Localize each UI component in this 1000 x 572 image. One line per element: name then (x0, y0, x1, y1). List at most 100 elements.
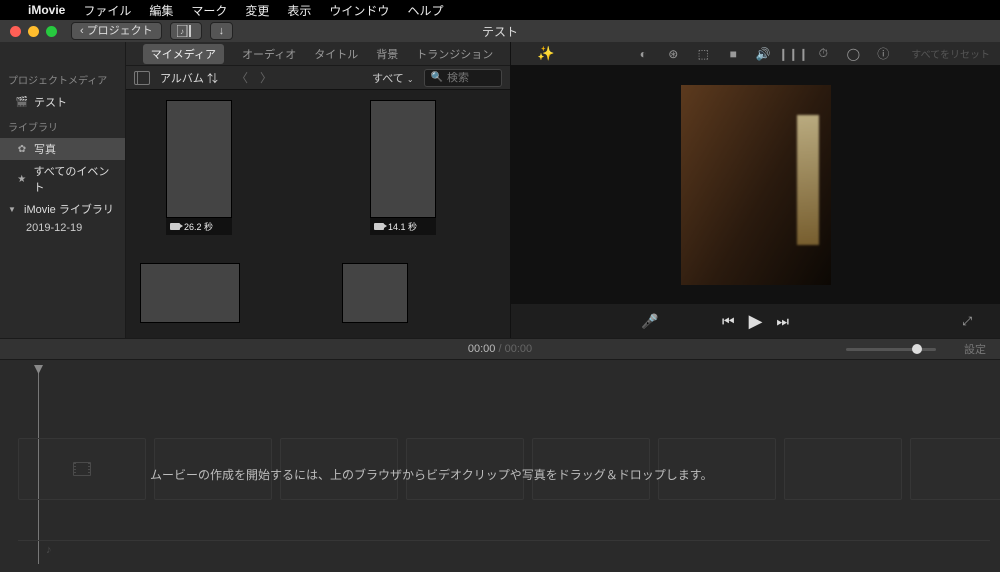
close-window-button[interactable] (10, 26, 21, 37)
menubar-help[interactable]: ヘルプ (407, 2, 443, 19)
clip-grid: 26.2 秒 14.1 秒 (126, 90, 510, 338)
zoom-knob[interactable] (912, 344, 922, 354)
stabilize-icon[interactable]: ■ (725, 46, 741, 62)
timeline-settings-button[interactable]: 設定 (964, 341, 986, 357)
browser-toolbar: アルバム ⇅ 〈 〉 すべて ⌄ 🔍 (126, 66, 510, 90)
info-icon[interactable]: ⓘ (875, 46, 891, 62)
time-separator: / (495, 343, 504, 355)
film-icon (73, 462, 91, 476)
playback-controls: 🎤 ⏮ ▶ ⏭ ⤢ (511, 304, 1000, 338)
updown-icon: ⇅ (207, 73, 218, 85)
library-toggle-button[interactable]: ♪ (170, 22, 202, 40)
total-time: 00:00 (505, 343, 533, 355)
sidebar-allevents-label: すべてのイベント (34, 163, 117, 195)
clip-image (370, 100, 436, 218)
clip-image (140, 263, 240, 323)
svg-text:♪: ♪ (180, 27, 184, 36)
filter-all-dropdown[interactable]: すべて ⌄ (372, 70, 414, 86)
preview-toolbar: ✨ ◐ ⊛ ⬚ ■ 🔊 ❙❙❙ ⏱ ◯ ⓘ すべてをリセット (511, 42, 1000, 66)
timeline[interactable]: ムービーの作成を開始するには、上のブラウザからビデオクリップや写真をドラッグ＆ド… (0, 360, 1000, 572)
sidebar-event-item[interactable]: 2019-12-19 (0, 220, 125, 236)
next-frame-button[interactable]: ⏭ (776, 313, 789, 330)
preview-frame (681, 85, 831, 285)
mac-menubar: iMovie ファイル 編集 マーク 変更 表示 ウインドウ ヘルプ (0, 0, 1000, 20)
disclosure-triangle-icon[interactable]: ▼ (8, 205, 16, 214)
nav-forward-button[interactable]: 〉 (256, 69, 276, 86)
volume-icon[interactable]: 🔊 (755, 46, 771, 62)
sidebar-project-label: テスト (34, 94, 67, 110)
menubar-modify[interactable]: 変更 (245, 2, 269, 19)
sidebar-photos-item[interactable]: ✿ 写真 (0, 138, 125, 160)
clip-thumbnail[interactable] (342, 263, 408, 323)
clip-drop-slot[interactable] (910, 438, 1000, 500)
clip-image (342, 263, 408, 323)
voiceover-button[interactable]: 🎤 (641, 313, 658, 330)
clip-thumbnail[interactable]: 26.2 秒 (166, 100, 232, 235)
audio-track[interactable]: ♪ (18, 540, 990, 558)
sidebar-allevents-item[interactable]: ★ すべてのイベント (0, 160, 125, 198)
crop-icon[interactable]: ⬚ (695, 46, 711, 62)
zoom-window-button[interactable] (46, 26, 57, 37)
sidebar-toggle-icon[interactable] (134, 71, 150, 85)
media-browser: マイメディア オーディオ タイトル 背景 トランジション アルバム ⇅ 〈 〉 … (126, 42, 510, 338)
menubar-window[interactable]: ウインドウ (329, 2, 389, 19)
import-button[interactable]: ↓ (210, 22, 234, 40)
preview-viewport[interactable] (511, 66, 1000, 304)
chevron-left-icon: ‹ (80, 26, 84, 37)
timeline-zoom-slider[interactable] (846, 348, 936, 351)
color-correction-icon[interactable]: ⊛ (665, 46, 681, 62)
tab-titles[interactable]: タイトル (314, 46, 358, 62)
video-icon (170, 223, 180, 230)
prev-frame-button[interactable]: ⏮ (722, 313, 735, 330)
chevron-down-icon: ⌄ (407, 75, 414, 84)
clip-duration: 14.1 秒 (388, 220, 417, 233)
download-icon: ↓ (219, 26, 225, 37)
current-time: 00:00 (468, 343, 496, 355)
sidebar: プロジェクトメディア 🎬 テスト ライブラリ ✿ 写真 ★ すべてのイベント ▼… (0, 42, 126, 338)
music-note-icon: ♪ (46, 544, 52, 556)
clip-duration: 26.2 秒 (184, 220, 213, 233)
sidebar-projectmedia-header: プロジェクトメディア (0, 66, 125, 91)
tab-backgrounds[interactable]: 背景 (376, 46, 398, 62)
speed-icon[interactable]: ⏱ (815, 46, 831, 62)
sidebar-project-item[interactable]: 🎬 テスト (0, 91, 125, 113)
search-field[interactable]: 🔍 (424, 69, 502, 87)
play-button[interactable]: ▶ (749, 311, 763, 332)
clip-drop-slot[interactable] (18, 438, 146, 500)
album-label: アルバム (160, 73, 204, 85)
tab-my-media[interactable]: マイメディア (143, 44, 224, 64)
clip-image (166, 100, 232, 218)
clip-thumbnail[interactable] (140, 263, 206, 323)
reset-all-button[interactable]: すべてをリセット (911, 46, 990, 61)
sidebar-imovie-library[interactable]: ▼ iMovie ライブラリ (0, 198, 125, 220)
time-bar: 00:00 / 00:00 設定 (0, 338, 1000, 360)
color-balance-icon[interactable]: ◐ (635, 46, 651, 62)
library-icon: ♪ (177, 25, 195, 37)
back-to-projects-button[interactable]: ‹ プロジェクト (71, 22, 162, 40)
filter-icon[interactable]: ◯ (845, 46, 861, 62)
sidebar-imovie-library-label: iMovie ライブラリ (24, 201, 114, 217)
menubar-app-name[interactable]: iMovie (28, 3, 65, 17)
menubar-mark[interactable]: マーク (191, 2, 227, 19)
equalizer-icon[interactable]: ❙❙❙ (785, 46, 801, 62)
browser-tabs: マイメディア オーディオ タイトル 背景 トランジション (126, 42, 510, 66)
traffic-lights (0, 26, 57, 37)
magic-wand-icon[interactable]: ✨ (537, 45, 554, 62)
menubar-edit[interactable]: 編集 (149, 2, 173, 19)
minimize-window-button[interactable] (28, 26, 39, 37)
star-icon: ★ (16, 173, 28, 185)
clip-drop-slot[interactable] (784, 438, 902, 500)
menubar-view[interactable]: 表示 (287, 2, 311, 19)
fullscreen-button[interactable]: ⤢ (962, 314, 972, 329)
album-dropdown[interactable]: アルバム ⇅ (160, 70, 218, 86)
sidebar-photos-label: 写真 (34, 141, 56, 157)
nav-back-button[interactable]: 〈 (232, 69, 252, 86)
tab-transitions[interactable]: トランジション (416, 46, 493, 62)
filter-all-label: すべて (372, 73, 404, 85)
menubar-file[interactable]: ファイル (83, 2, 131, 19)
tab-audio[interactable]: オーディオ (242, 46, 296, 62)
preview-panel: ✨ ◐ ⊛ ⬚ ■ 🔊 ❙❙❙ ⏱ ◯ ⓘ すべてをリセット 🎤 ⏮ ▶ ⏭ ⤢ (510, 42, 1000, 338)
clip-thumbnail[interactable]: 14.1 秒 (370, 100, 436, 235)
search-input[interactable] (447, 72, 495, 84)
flower-icon: ✿ (16, 143, 28, 155)
